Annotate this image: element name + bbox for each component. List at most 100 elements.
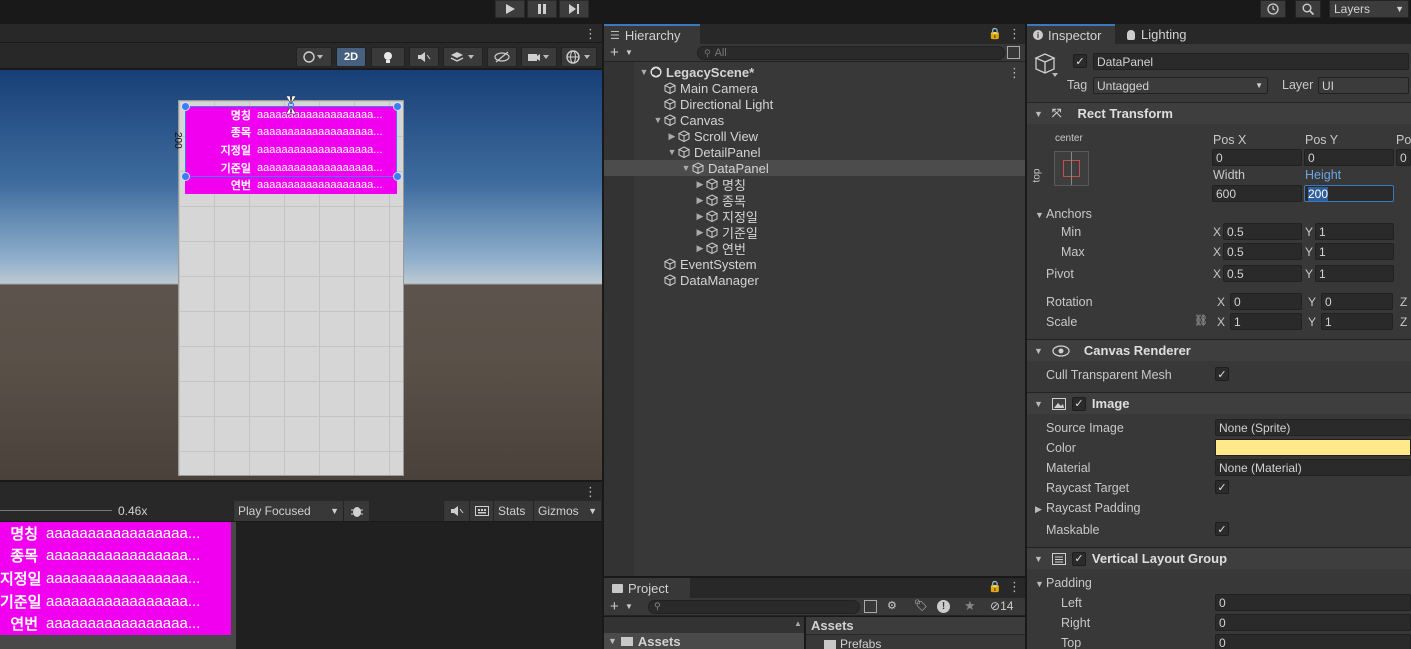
anchor-presets-button[interactable] <box>1054 151 1089 186</box>
padding-top-field[interactable]: 0 <box>1215 634 1411 649</box>
hierarchy-item[interactable]: ▶ 종목 <box>604 192 1025 209</box>
fold-icon[interactable]: ▼ <box>1035 579 1044 589</box>
filter-type-icon[interactable]: ⚙ <box>887 599 897 612</box>
expand-right-icon[interactable]: ▶ <box>694 227 706 238</box>
tag-dropdown[interactable]: Untagged ▼ <box>1093 77 1268 94</box>
anchor-max-y-field[interactable]: 1 <box>1315 243 1394 260</box>
rect-transform-header[interactable]: ▼ ⤧ Rect Transform <box>1027 102 1411 124</box>
lighting-toggle[interactable] <box>371 47 405 67</box>
image-enabled-checkbox[interactable]: ✓ <box>1071 396 1086 411</box>
resize-handle-tr[interactable] <box>393 102 402 111</box>
resize-handle-bl[interactable] <box>181 172 190 181</box>
lock-icon[interactable]: 🔒 <box>988 580 1002 593</box>
folder-tree-item[interactable]: ▼ Assets <box>604 633 804 649</box>
rotation-x-field[interactable]: 0 <box>1230 293 1302 310</box>
tab-inspector[interactable]: i Inspector <box>1027 24 1115 44</box>
effects-toggle[interactable] <box>443 47 483 67</box>
chevron-down-icon[interactable]: ▼ <box>625 48 633 57</box>
shading-mode-button[interactable] <box>296 47 332 67</box>
audio-toggle[interactable] <box>409 47 439 67</box>
rotation-y-field[interactable]: 0 <box>1321 293 1393 310</box>
unlink-icon[interactable]: ⛓ <box>1194 314 1208 327</box>
hierarchy-item[interactable]: EventSystem <box>604 256 1025 272</box>
hierarchy-item[interactable]: Main Camera <box>604 80 1025 96</box>
mute-audio-button[interactable] <box>443 501 469 521</box>
scene-more-options-icon[interactable]: ⋮ <box>1008 65 1021 81</box>
cull-transparent-checkbox[interactable]: ✓ <box>1215 367 1229 381</box>
pivot-x-field[interactable]: 0.5 <box>1223 265 1302 282</box>
hidden-packages-button[interactable]: ⊘14 <box>990 599 1013 613</box>
vlg-enabled-checkbox[interactable]: ✓ <box>1071 551 1086 566</box>
camera-settings-button[interactable] <box>521 47 557 67</box>
search-scene-icon[interactable] <box>1007 46 1020 59</box>
fold-icon[interactable]: ▼ <box>1035 210 1044 220</box>
more-options-icon[interactable]: ⋮ <box>584 26 597 42</box>
search-scene-icon[interactable] <box>864 600 877 613</box>
more-options-icon[interactable]: ⋮ <box>1008 579 1021 595</box>
tab-project[interactable]: Project <box>604 578 690 598</box>
hierarchy-item[interactable]: ▶ 기준일 <box>604 224 1025 241</box>
scale-y-field[interactable]: 1 <box>1321 313 1393 330</box>
pos-z-field[interactable]: 0 <box>1396 149 1411 166</box>
asset-item[interactable]: Prefabs <box>824 637 881 649</box>
material-field[interactable]: None (Material) <box>1215 459 1411 476</box>
layer-dropdown[interactable]: UI <box>1318 77 1409 94</box>
debug-button[interactable] <box>343 501 369 521</box>
expand-down-icon[interactable]: ▼ <box>638 67 650 77</box>
hierarchy-item[interactable]: ▼ DetailPanel <box>604 144 1025 160</box>
tab-lighting[interactable]: Lighting <box>1127 27 1187 42</box>
object-name-field[interactable]: DataPanel <box>1093 53 1409 70</box>
layers-dropdown[interactable]: Layers ▼ <box>1329 0 1409 18</box>
gizmos-dropdown[interactable]: Gizmos ▼ <box>533 501 601 521</box>
label-icon[interactable]: 🏷 <box>914 599 928 612</box>
step-button[interactable] <box>559 0 589 18</box>
pause-button[interactable] <box>527 0 557 18</box>
play-button[interactable] <box>495 0 525 18</box>
hierarchy-item[interactable]: ▼ DataPanel <box>604 160 1025 176</box>
anchor-min-x-field[interactable]: 0.5 <box>1223 223 1302 240</box>
pos-x-field[interactable]: 0 <box>1212 149 1302 166</box>
stats-button[interactable]: Stats <box>493 501 533 521</box>
2d-mode-button[interactable]: 2D <box>336 47 366 67</box>
expand-right-icon[interactable]: ▶ <box>694 211 706 222</box>
more-options-icon[interactable]: ⋮ <box>1008 26 1021 42</box>
anchor-min-y-field[interactable]: 1 <box>1315 223 1394 240</box>
hierarchy-search-input[interactable]: ⚲ All <box>697 46 1005 60</box>
padding-right-field[interactable]: 0 <box>1215 614 1411 631</box>
vertical-layout-group-header[interactable]: ▼ ✓ Vertical Layout Group <box>1027 547 1411 569</box>
hierarchy-item[interactable]: ▶ 연번 <box>604 240 1025 257</box>
height-field[interactable]: 200 <box>1304 185 1394 202</box>
hierarchy-item[interactable]: ▼ LegacyScene* <box>604 64 1025 80</box>
expand-down-icon[interactable]: ▼ <box>666 147 678 157</box>
resize-handle-tl[interactable] <box>181 102 190 111</box>
visibility-toggle[interactable] <box>487 47 517 67</box>
image-header[interactable]: ▼ ✓ Image <box>1027 392 1411 414</box>
hierarchy-item[interactable]: ▼ Canvas <box>604 112 1025 128</box>
hierarchy-item[interactable]: ▶ Scroll View <box>604 128 1025 144</box>
keyboard-shortcuts-button[interactable] <box>469 501 493 521</box>
scroll-up-icon[interactable]: ▲ <box>794 619 802 628</box>
scale-slider[interactable] <box>0 510 112 511</box>
more-options-icon[interactable]: ⋮ <box>584 484 597 500</box>
hierarchy-item[interactable]: Directional Light <box>604 96 1025 112</box>
hierarchy-item[interactable]: DataManager <box>604 272 1025 288</box>
scene-viewport[interactable]: 명칭 aaaaaaaaaaaaaaaaaaa... 종목 aaaaaaaaaaaaaa… <box>0 70 602 480</box>
gizmos-button[interactable] <box>561 47 597 67</box>
add-object-button[interactable]: + <box>610 44 619 61</box>
fold-right-icon[interactable]: ▶ <box>1035 504 1042 515</box>
scale-x-field[interactable]: 1 <box>1230 313 1302 330</box>
warning-icon[interactable]: ! <box>937 600 950 613</box>
padding-left-field[interactable]: 0 <box>1215 594 1411 611</box>
width-field[interactable]: 600 <box>1212 185 1302 202</box>
pos-y-field[interactable]: 0 <box>1304 149 1394 166</box>
canvas-renderer-header[interactable]: ▼ Canvas Renderer <box>1027 339 1411 361</box>
resize-handle-br[interactable] <box>393 172 402 181</box>
asset-breadcrumb[interactable]: Assets <box>806 617 1025 635</box>
anchor-icon[interactable] <box>280 94 302 116</box>
create-asset-button[interactable]: + <box>610 598 619 615</box>
expand-right-icon[interactable]: ▶ <box>694 195 706 206</box>
active-checkbox[interactable]: ✓ <box>1073 54 1087 68</box>
anchor-max-x-field[interactable]: 0.5 <box>1223 243 1302 260</box>
project-search-input[interactable]: ⚲ <box>648 600 860 614</box>
lock-icon[interactable]: 🔒 <box>988 27 1002 40</box>
